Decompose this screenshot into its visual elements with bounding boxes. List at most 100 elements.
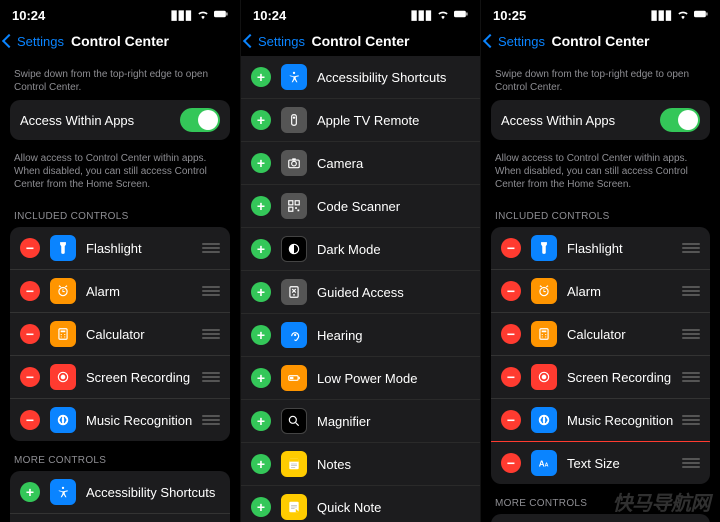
access-hint: Allow access to Control Center within ap… [10,140,230,197]
status-icons: ▮▮▮ [411,7,468,24]
chevron-left-icon [243,34,257,48]
control-row[interactable]: +Dark Mode [241,227,480,270]
page-title: Control Center [552,33,650,49]
reorder-handle[interactable] [682,458,700,468]
reorder-handle[interactable] [682,372,700,382]
control-row[interactable]: +Accessibility Shortcuts [491,514,710,522]
remove-button[interactable]: − [501,367,521,387]
add-button[interactable]: + [251,454,271,474]
reorder-handle[interactable] [202,329,220,339]
control-row[interactable]: −Screen Recording [491,355,710,398]
included-title: Included Controls [491,197,710,227]
remove-button[interactable]: − [20,324,40,344]
reorder-handle[interactable] [682,243,700,253]
control-row[interactable]: + Hearing [241,313,480,356]
wifi-icon [676,7,690,24]
remove-button[interactable]: − [20,367,40,387]
add-button[interactable]: + [251,110,271,130]
back-button[interactable]: Settings [245,26,305,56]
add-button[interactable]: + [251,325,271,345]
control-row[interactable]: −Alarm [10,269,230,312]
control-row[interactable]: +Accessibility Shortcuts [241,56,480,98]
reorder-handle[interactable] [202,286,220,296]
remote-icon [281,107,307,133]
reorder-handle[interactable] [682,286,700,296]
control-row[interactable]: −Music Recognition [10,398,230,441]
remove-button[interactable]: − [20,238,40,258]
guided-icon [281,279,307,305]
access-toggle[interactable] [180,108,220,132]
shazam-icon [50,407,76,433]
content-scroll[interactable]: Swipe down from the top-right edge to op… [0,56,240,522]
control-row[interactable]: −Calculator [10,312,230,355]
control-label: Accessibility Shortcuts [86,485,220,500]
remove-button[interactable]: − [501,410,521,430]
accessibility-icon [50,479,76,505]
add-button[interactable]: + [251,282,271,302]
control-row[interactable]: +Camera [241,141,480,184]
back-button[interactable]: Settings [485,26,545,56]
reorder-handle[interactable] [202,243,220,253]
more-title: More Controls [491,484,710,514]
control-row[interactable]: −Music Recognition [491,398,710,441]
battery-icon [281,365,307,391]
remove-button[interactable]: − [20,410,40,430]
back-label: Settings [498,34,545,49]
control-label: Hearing [317,328,470,343]
add-button[interactable]: + [251,368,271,388]
remove-button[interactable]: − [501,238,521,258]
content-scroll[interactable]: +Accessibility Shortcuts+Apple TV Remote… [241,56,480,522]
remove-button[interactable]: − [501,281,521,301]
add-button[interactable]: + [20,482,40,502]
add-button[interactable]: + [251,196,271,216]
darkmode-icon [281,236,307,262]
phone-screen-1: 10:24 ▮▮▮ Settings Control Center Swipe … [0,0,240,522]
accessibility-icon [281,64,307,90]
control-row[interactable]: +Apple TV Remote [241,98,480,141]
remove-button[interactable]: − [20,281,40,301]
add-button[interactable]: + [251,239,271,259]
more-list: +Accessibility Shortcuts+Apple TV Remote… [241,56,480,522]
control-row[interactable]: − Calculator [491,312,710,355]
control-row[interactable]: −Flashlight [491,227,710,269]
control-row[interactable]: +Code Scanner [241,184,480,227]
control-row[interactable]: −Screen Recording [10,355,230,398]
back-button[interactable]: Settings [4,26,64,56]
remove-button[interactable]: − [501,324,521,344]
control-row[interactable]: +Apple TV Remote [10,513,230,522]
access-card: Access Within Apps [491,100,710,140]
control-row[interactable]: −Flashlight [10,227,230,269]
add-button[interactable]: + [251,153,271,173]
quicknote-icon [281,494,307,520]
add-button[interactable]: + [251,67,271,87]
calc-icon [531,321,557,347]
control-row[interactable]: +Magnifier [241,399,480,442]
add-button[interactable]: + [251,497,271,517]
access-label: Access Within Apps [501,113,660,128]
control-label: Calculator [567,327,682,342]
add-button[interactable]: + [251,411,271,431]
control-row[interactable]: +Low Power Mode [241,356,480,399]
control-row[interactable]: +Notes [241,442,480,485]
reorder-handle[interactable] [682,415,700,425]
control-row[interactable]: −Alarm [491,269,710,312]
record-icon [50,364,76,390]
status-icons: ▮▮▮ [171,7,228,24]
record-icon [531,364,557,390]
reorder-handle[interactable] [202,415,220,425]
control-row[interactable]: + Accessibility Shortcuts [10,471,230,513]
control-row[interactable]: −AAText Size [491,441,710,484]
chevron-left-icon [483,34,497,48]
more-list: +Accessibility Shortcuts+Apple TV Remote… [491,514,710,522]
control-row[interactable]: +Quick Note [241,485,480,522]
reorder-handle[interactable] [682,329,700,339]
alarm-icon [531,278,557,304]
content-scroll[interactable]: Swipe down from the top-right edge to op… [481,56,720,522]
access-toggle[interactable] [660,108,700,132]
control-row[interactable]: +Guided Access [241,270,480,313]
more-title: More Controls [10,441,230,471]
nav-bar: Settings Control Center [481,26,720,56]
reorder-handle[interactable] [202,372,220,382]
phone-screen-3: 10:25 ▮▮▮ Settings Control Center Swipe … [480,0,720,522]
remove-button[interactable]: − [501,453,521,473]
